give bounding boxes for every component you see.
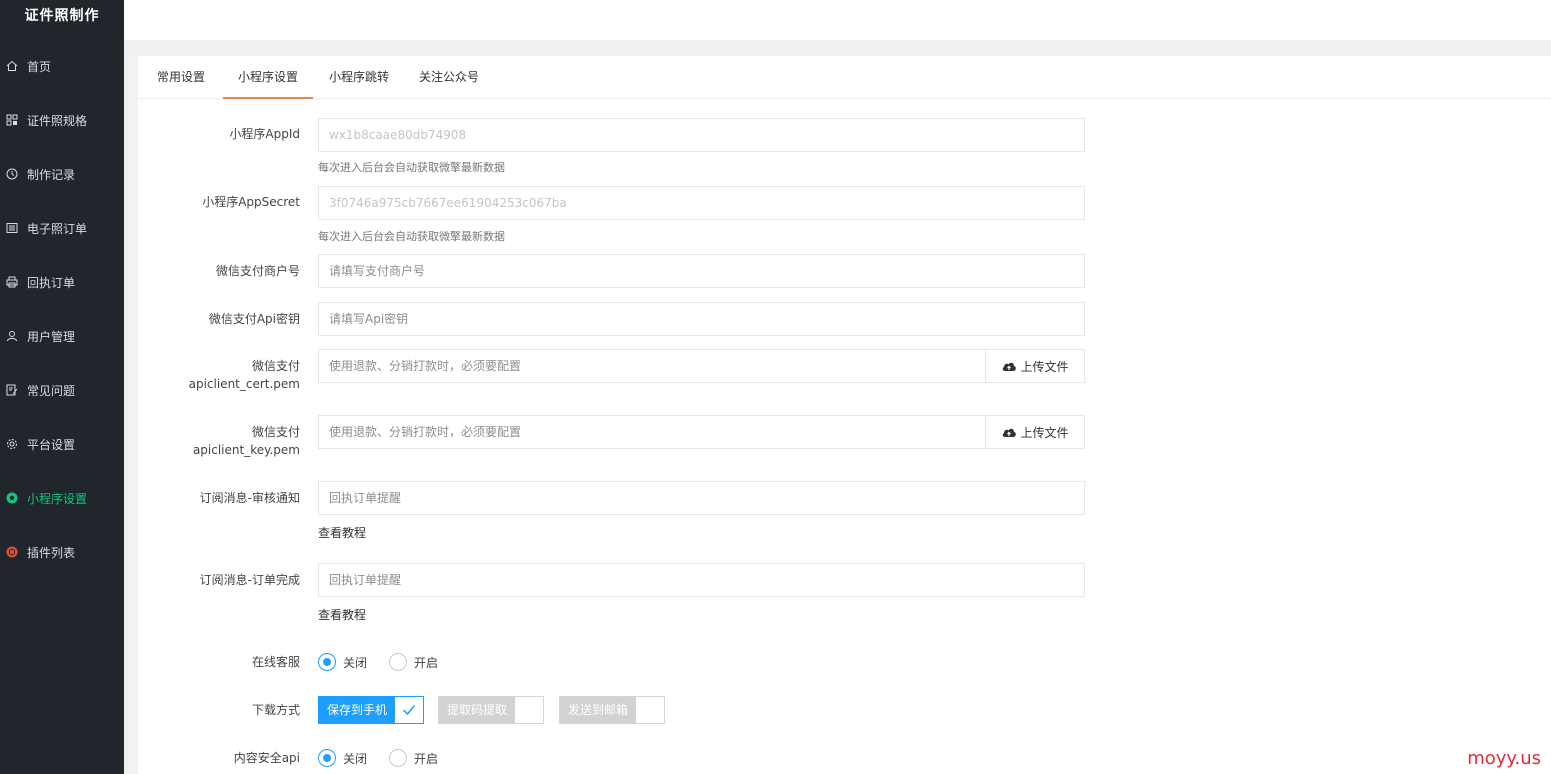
watermark-text: moyy.us <box>1467 748 1541 769</box>
security-label: 内容安全api <box>233 751 300 765</box>
key-upload-button[interactable]: 上传文件 <box>985 415 1085 449</box>
sub-done-input[interactable] <box>318 563 1085 597</box>
sub-audit-input[interactable] <box>318 481 1085 515</box>
appid-input[interactable] <box>318 118 1085 152</box>
service-radio-off[interactable]: 关闭 <box>318 653 367 671</box>
checkbox-box <box>636 697 664 723</box>
tab-bar: 常用设置 小程序设置 小程序跳转 关注公众号 <box>138 56 1551 99</box>
appsecret-label: 小程序AppSecret <box>202 195 300 209</box>
sidebar-item-label: 首页 <box>27 59 52 74</box>
list-icon <box>6 222 18 234</box>
checkbox-label: 发送到邮箱 <box>560 697 637 723</box>
download-send-email[interactable]: 发送到邮箱 <box>559 696 666 724</box>
check-icon <box>395 697 423 723</box>
cert-label-line1: 微信支付 <box>251 359 300 373</box>
radio-circle <box>318 749 336 767</box>
tab-follow-official-account[interactable]: 关注公众号 <box>416 56 482 99</box>
cloud-upload-icon <box>1003 362 1017 371</box>
app-root: 证件照制作 首页 证件照规格 制作记录 电子照订单 回执订单 用户管理 常见问题… <box>0 0 1551 774</box>
download-extract-code[interactable]: 提取码提取 <box>438 696 545 724</box>
sub-done-label: 订阅消息-订单完成 <box>199 573 300 587</box>
checkbox-box <box>515 697 543 723</box>
cloud-upload-icon <box>1003 428 1017 437</box>
appid-hint: 每次进入后台会自动获取微擎最新数据 <box>318 161 505 174</box>
sidebar-item-label: 用户管理 <box>27 329 76 344</box>
security-radio-group: 关闭 开启 <box>318 749 460 767</box>
radio-label: 开启 <box>414 751 439 766</box>
radio-circle <box>389 749 408 767</box>
upload-button-label: 上传文件 <box>1020 359 1069 374</box>
appid-label: 小程序AppId <box>229 127 300 141</box>
sidebar-item-plugins[interactable]: 插件列表 <box>0 538 124 566</box>
security-radio-off[interactable]: 关闭 <box>318 749 367 767</box>
apikey-label: 微信支付Api密钥 <box>208 312 300 326</box>
brand-title: 证件照制作 <box>24 8 100 24</box>
home-icon <box>6 60 18 72</box>
upload-button-label: 上传文件 <box>1020 425 1069 440</box>
header-subbar <box>124 40 1551 56</box>
download-save-to-phone[interactable]: 保存到手机 <box>318 696 425 724</box>
key-label-line1: 微信支付 <box>251 425 300 439</box>
mchid-input[interactable] <box>318 254 1085 288</box>
download-label: 下载方式 <box>251 703 300 717</box>
download-checkbox-group: 保存到手机 提取码提取 发送到邮箱 <box>318 696 678 724</box>
service-label: 在线客服 <box>251 655 300 669</box>
service-radio-on[interactable]: 开启 <box>389 653 438 671</box>
tab-mini-program-jump[interactable]: 小程序跳转 <box>326 56 392 99</box>
radio-circle <box>318 653 336 671</box>
radio-circle <box>389 653 408 671</box>
checkbox-label: 保存到手机 <box>319 697 396 723</box>
appsecret-hint: 每次进入后台会自动获取微擎最新数据 <box>318 230 505 243</box>
checkbox-label: 提取码提取 <box>439 697 516 723</box>
sub-audit-label: 订阅消息-审核通知 <box>199 491 300 505</box>
sidebar-item-label: 制作记录 <box>27 167 76 182</box>
user-icon <box>6 330 18 342</box>
radio-label: 关闭 <box>343 751 368 766</box>
cert-upload-button[interactable]: 上传文件 <box>985 349 1085 383</box>
mchid-label: 微信支付商户号 <box>215 264 300 278</box>
security-radio-on[interactable]: 开启 <box>389 749 438 767</box>
settings-panel: 常用设置 小程序设置 小程序跳转 关注公众号 小程序AppId 每次进入后台会自… <box>138 56 1551 774</box>
sidebar-item-label: 电子照订单 <box>27 221 88 236</box>
sub-done-tutorial-link[interactable]: 查看教程 <box>318 606 366 623</box>
sidebar-item-home[interactable]: 首页 <box>0 52 124 80</box>
plugin-icon <box>6 546 18 558</box>
cert-label-line2: apiclient_cert.pem <box>188 377 300 391</box>
cert-input[interactable] <box>318 349 986 383</box>
sidebar-item-e-orders[interactable]: 电子照订单 <box>0 214 124 242</box>
radio-label: 开启 <box>414 655 439 670</box>
key-input[interactable] <box>318 415 986 449</box>
tab-common-settings[interactable]: 常用设置 <box>155 56 207 99</box>
sidebar-item-label: 插件列表 <box>27 545 76 560</box>
apikey-input[interactable] <box>318 302 1085 336</box>
radio-label: 关闭 <box>343 655 368 670</box>
top-header <box>124 0 1551 40</box>
tab-mini-program-settings[interactable]: 小程序设置 <box>223 56 313 99</box>
key-label-line2: apiclient_key.pem <box>192 443 300 457</box>
sub-audit-tutorial-link[interactable]: 查看教程 <box>318 524 366 541</box>
service-radio-group: 关闭 开启 <box>318 653 460 671</box>
appsecret-input[interactable] <box>318 186 1085 220</box>
sidebar-item-records[interactable]: 制作记录 <box>0 160 124 188</box>
clock-icon <box>6 168 18 180</box>
